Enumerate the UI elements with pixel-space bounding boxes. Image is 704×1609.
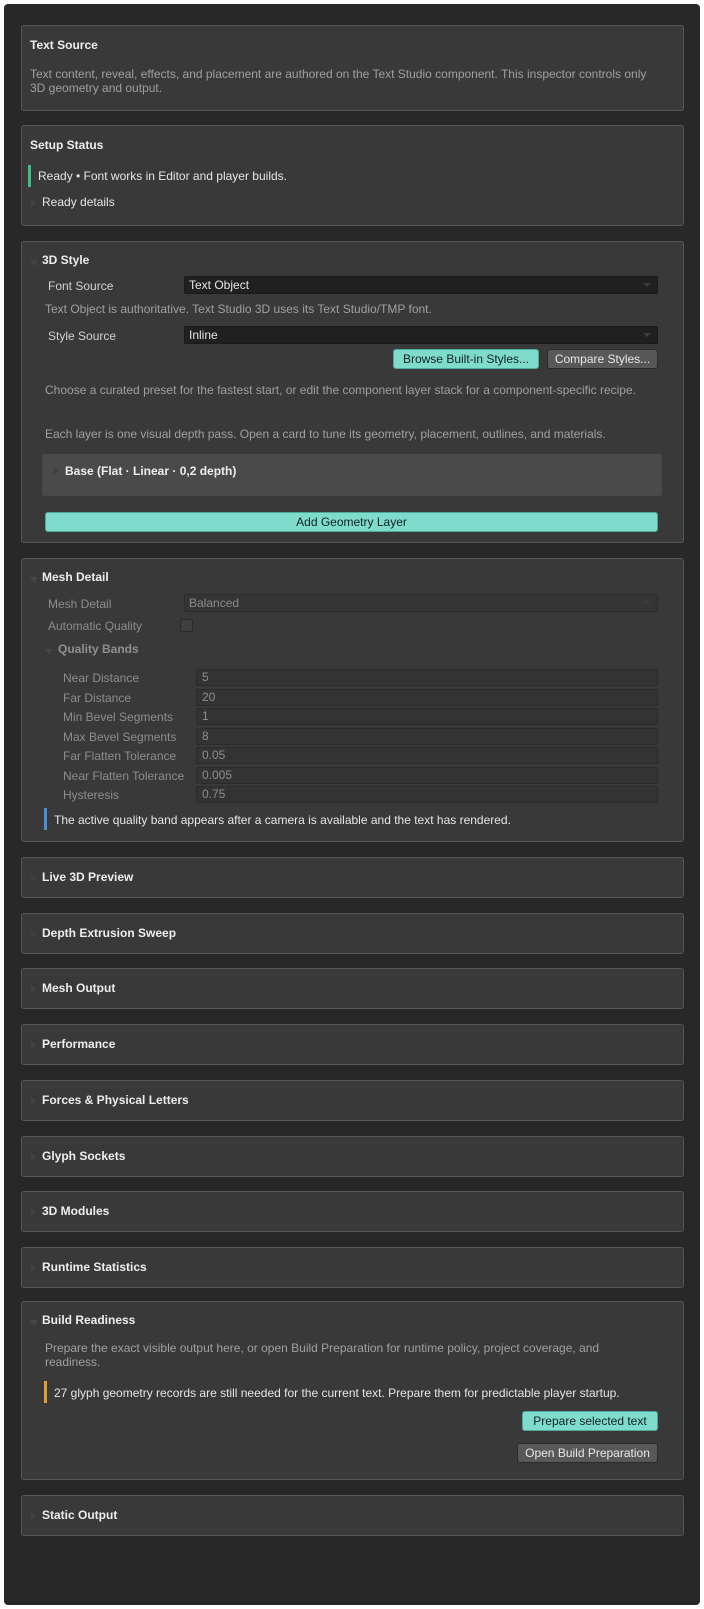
quality-field-label: Far Flatten Tolerance — [63, 749, 177, 763]
collapsed-section-card[interactable]: 3D Modules — [21, 1191, 684, 1232]
mesh-detail-dropdown[interactable]: Balanced — [184, 594, 658, 612]
font-source-dropdown[interactable]: Text Object — [184, 276, 658, 294]
section-foldout-icon[interactable] — [31, 874, 37, 882]
collapsed-section-title[interactable]: Live 3D Preview — [42, 870, 133, 884]
chevron-down-icon — [643, 333, 651, 337]
setup-status-card: Setup Status Ready • Font works in Edito… — [21, 125, 684, 226]
font-source-value: Text Object — [189, 278, 250, 292]
ready-details-foldout[interactable]: Ready details — [42, 195, 115, 209]
ready-status-message: Ready • Font works in Editor and player … — [38, 169, 287, 183]
style-help-layers: Each layer is one visual depth pass. Ope… — [45, 427, 606, 441]
quality-field-label: Far Distance — [63, 691, 132, 705]
section-foldout-icon[interactable] — [31, 1264, 37, 1272]
quality-field-label: Max Bevel Segments — [63, 730, 177, 744]
geometry-layer-card[interactable]: Base (Flat · Linear · 0,2 depth) — [42, 454, 662, 496]
chevron-down-icon — [643, 283, 651, 287]
static-output-card[interactable]: Static Output — [21, 1495, 684, 1536]
mesh-detail-value: Balanced — [189, 596, 240, 610]
quality-field-label: Hysteresis — [63, 788, 120, 802]
collapsed-section-card[interactable]: Runtime Statistics — [21, 1247, 684, 1288]
style-source-value: Inline — [189, 328, 218, 342]
style-3d-card: 3D Style Font Source Text Object Text Ob… — [21, 241, 684, 543]
collapsed-section-title[interactable]: Performance — [42, 1037, 115, 1051]
collapsed-section-title[interactable]: Mesh Output — [42, 981, 115, 995]
setup-status-title: Setup Status — [30, 138, 104, 152]
section-foldout-icon[interactable] — [31, 930, 37, 938]
browse-built-in-styles-button[interactable]: Browse Built-in Styles... — [393, 349, 539, 369]
compare-styles-button[interactable]: Compare Styles... — [547, 349, 658, 369]
build-readiness-description: Prepare the exact visible output here, o… — [45, 1341, 600, 1369]
chevron-down-icon — [643, 601, 651, 605]
mesh-detail-title[interactable]: Mesh Detail — [42, 570, 109, 584]
style-3d-foldout-icon[interactable] — [30, 260, 38, 266]
warning-indicator — [44, 1381, 47, 1403]
section-foldout-icon[interactable] — [31, 1041, 37, 1049]
collapsed-section-title[interactable]: Glyph Sockets — [42, 1149, 125, 1163]
collapsed-section-card[interactable]: Forces & Physical Letters — [21, 1080, 684, 1121]
prepare-selected-text-button[interactable]: Prepare selected text — [522, 1411, 658, 1431]
style-3d-title[interactable]: 3D Style — [42, 253, 89, 267]
static-output-title[interactable]: Static Output — [42, 1508, 117, 1522]
build-readiness-card: Build Readiness Prepare the exact visibl… — [21, 1301, 684, 1480]
mesh-detail-label: Mesh Detail — [48, 597, 112, 611]
quality-bands-foldout-icon[interactable] — [45, 649, 53, 655]
quality-field-input[interactable]: 8 — [196, 728, 658, 745]
text-source-title: Text Source — [30, 38, 98, 52]
glyph-records-warning: 27 glyph geometry records are still need… — [54, 1386, 620, 1400]
quality-field-input[interactable]: 0.05 — [196, 747, 658, 764]
quality-field-label: Min Bevel Segments — [63, 710, 174, 724]
automatic-quality-checkbox[interactable] — [180, 619, 193, 632]
ready-status-indicator — [28, 165, 31, 187]
build-readiness-foldout-icon[interactable] — [30, 1320, 38, 1326]
quality-field-input[interactable]: 0.75 — [196, 786, 658, 803]
section-foldout-icon[interactable] — [31, 1153, 37, 1161]
quality-bands-title[interactable]: Quality Bands — [58, 642, 139, 656]
collapsed-section-title[interactable]: Forces & Physical Letters — [42, 1093, 189, 1107]
style-source-dropdown[interactable]: Inline — [184, 326, 658, 344]
collapsed-section-title[interactable]: Depth Extrusion Sweep — [42, 926, 176, 940]
layer-title: Base (Flat · Linear · 0,2 depth) — [65, 464, 237, 478]
section-foldout-icon[interactable] — [31, 985, 37, 993]
collapsed-section-card[interactable]: Depth Extrusion Sweep — [21, 913, 684, 954]
text-source-card: Text Source Text content, reveal, effect… — [21, 25, 684, 111]
add-geometry-layer-button[interactable]: Add Geometry Layer — [45, 512, 658, 532]
style-source-label: Style Source — [48, 329, 117, 343]
style-help-preset: Choose a curated preset for the fastest … — [45, 383, 636, 397]
font-source-help: Text Object is authoritative. Text Studi… — [45, 302, 432, 316]
collapsed-section-card[interactable]: Performance — [21, 1024, 684, 1065]
quality-field-input[interactable]: 0.005 — [196, 767, 658, 784]
quality-field-label: Near Flatten Tolerance — [63, 769, 185, 783]
collapsed-section-card[interactable]: Glyph Sockets — [21, 1136, 684, 1177]
quality-field-label: Near Distance — [63, 671, 140, 685]
quality-field-input[interactable]: 20 — [196, 689, 658, 706]
static-output-foldout-icon[interactable] — [31, 1512, 37, 1520]
open-build-preparation-button[interactable]: Open Build Preparation — [517, 1443, 658, 1463]
text-source-description: Text content, reveal, effects, and place… — [30, 67, 647, 95]
automatic-quality-label: Automatic Quality — [48, 619, 143, 633]
build-readiness-title[interactable]: Build Readiness — [42, 1313, 135, 1327]
font-source-label: Font Source — [48, 279, 114, 293]
ready-details-arrow-icon[interactable] — [31, 199, 37, 207]
inspector-panel: Text Source Text content, reveal, effect… — [4, 4, 700, 1605]
collapsed-section-title[interactable]: Runtime Statistics — [42, 1260, 147, 1274]
section-foldout-icon[interactable] — [31, 1208, 37, 1216]
mesh-detail-card: Mesh Detail Mesh Detail Balanced Automat… — [21, 558, 684, 842]
layer-foldout-icon[interactable] — [53, 467, 59, 475]
mesh-detail-foldout-icon[interactable] — [30, 577, 38, 583]
quality-field-input[interactable]: 5 — [196, 669, 658, 686]
quality-field-input[interactable]: 1 — [196, 708, 658, 725]
quality-band-info-message: The active quality band appears after a … — [54, 813, 511, 827]
collapsed-section-title[interactable]: 3D Modules — [42, 1204, 109, 1218]
info-indicator — [44, 808, 47, 830]
collapsed-section-card[interactable]: Live 3D Preview — [21, 857, 684, 898]
collapsed-section-card[interactable]: Mesh Output — [21, 968, 684, 1009]
section-foldout-icon[interactable] — [31, 1097, 37, 1105]
